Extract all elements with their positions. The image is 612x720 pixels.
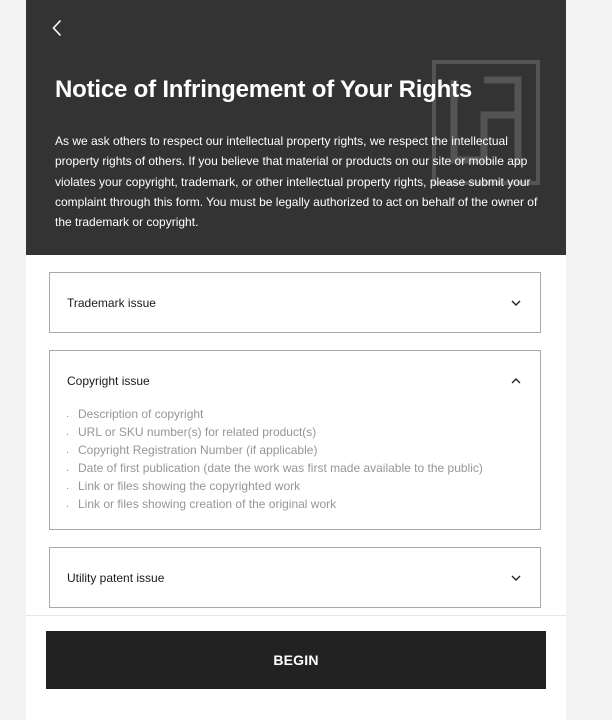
list-item: . Date of first publication (date the wor… [66, 461, 483, 475]
accordion-trademark: Trademark issue [49, 272, 541, 333]
accordion-trademark-title: Trademark issue [67, 296, 156, 310]
accordion-utility-patent-title: Utility patent issue [67, 571, 165, 585]
list-item: . Copyright Registration Number (if appli… [66, 443, 318, 457]
accordion-copyright-header[interactable]: Copyright issue [50, 351, 540, 411]
bullet-icon: . [66, 498, 70, 510]
bullet-icon: . [66, 408, 70, 420]
accordion-utility-patent-header[interactable]: Utility patent issue [50, 548, 540, 608]
footer-divider [26, 615, 566, 616]
list-item: . Link or files showing the copyrighted w… [66, 479, 301, 493]
page-description: As we ask others to respect our intellec… [55, 134, 538, 230]
chevron-left-icon [52, 19, 62, 37]
accordion-trademark-header[interactable]: Trademark issue [50, 273, 540, 333]
notice-panel: Notice of Infringement of Your Rights As… [26, 0, 566, 720]
list-item: . Description of copyright [66, 407, 204, 421]
copyright-requirements-list: . Description of copyright . URL or SKU nu… [66, 405, 483, 513]
hero-header: Notice of Infringement of Your Rights As… [26, 0, 566, 255]
accordion-utility-patent: Utility patent issue [49, 547, 541, 608]
bullet-icon: . [66, 426, 70, 438]
chevron-down-icon [511, 300, 521, 306]
bullet-icon: . [66, 480, 70, 492]
chevron-up-icon [511, 378, 521, 384]
begin-button[interactable]: BEGIN [46, 631, 546, 689]
page-title: Notice of Infringement of Your Rights [55, 76, 473, 103]
accordion-copyright: Copyright issue . Description of copyrigh… [49, 350, 541, 530]
bullet-icon: . [66, 444, 70, 456]
chevron-down-icon [511, 575, 521, 581]
bullet-icon: . [66, 462, 70, 474]
list-item: . URL or SKU number(s) for related produc… [66, 425, 317, 439]
accordion-copyright-title: Copyright issue [67, 374, 150, 388]
back-button[interactable] [46, 16, 68, 40]
list-item: . Link or files showing creation of the o… [66, 497, 337, 511]
